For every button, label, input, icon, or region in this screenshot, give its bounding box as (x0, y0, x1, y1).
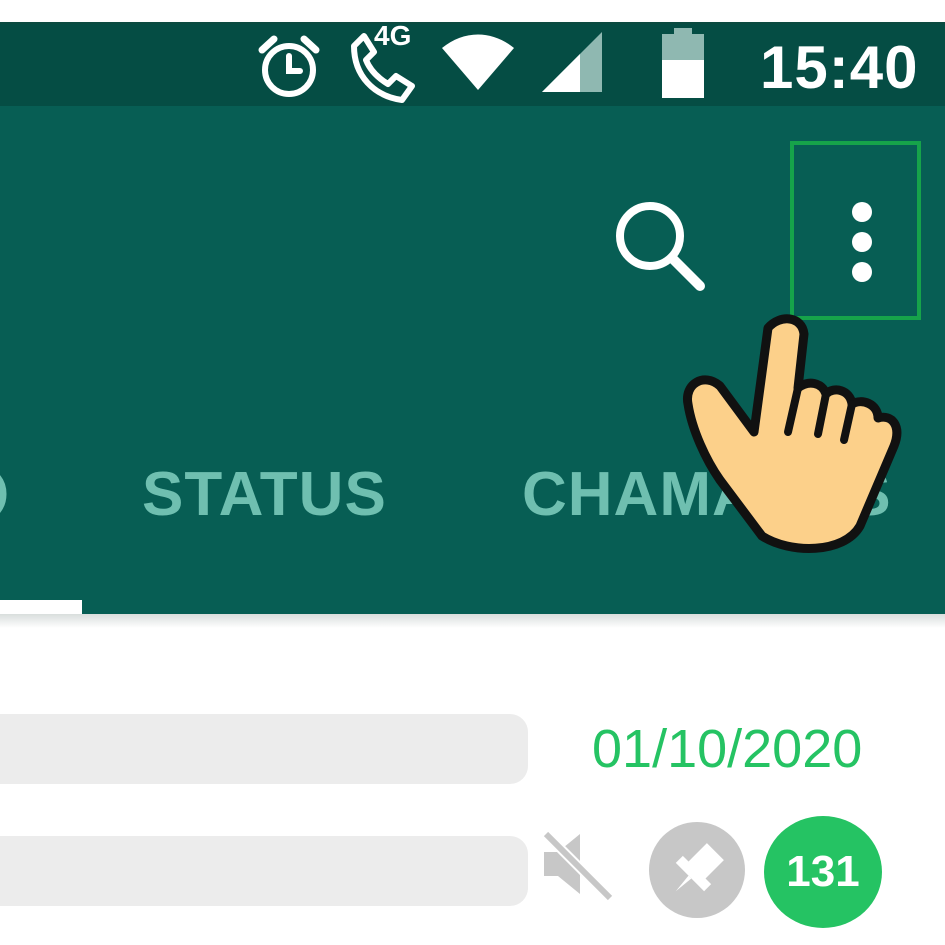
wifi-call-icon: 4G (344, 20, 424, 104)
unread-count-badge: 131 (764, 816, 882, 928)
pointing-hand-icon (683, 314, 902, 553)
pin-badge (649, 822, 745, 918)
tab-indicator (0, 600, 82, 614)
top-edge (0, 0, 945, 24)
tab-status[interactable]: STATUS (142, 464, 387, 526)
menu-highlight-box (790, 141, 921, 320)
tab-fragment-glyph (0, 475, 7, 513)
mute-icon (542, 830, 614, 902)
chat-message-placeholder (0, 836, 528, 906)
pin-icon (675, 843, 724, 892)
tab-chats-partial[interactable] (0, 464, 10, 524)
wifi-icon (442, 34, 514, 90)
signal-icon (542, 32, 602, 92)
search-icon[interactable] (606, 192, 710, 296)
chat-name-placeholder (0, 714, 528, 784)
chat-date: 01/10/2020 (592, 719, 863, 779)
app-bar-shadow (0, 614, 945, 628)
network-type-label: 4G (374, 20, 412, 51)
alarm-icon (258, 35, 320, 97)
status-bar: 4G 15:40 (0, 20, 945, 106)
battery-icon (662, 28, 704, 98)
clock-time: 15:40 (760, 34, 919, 101)
